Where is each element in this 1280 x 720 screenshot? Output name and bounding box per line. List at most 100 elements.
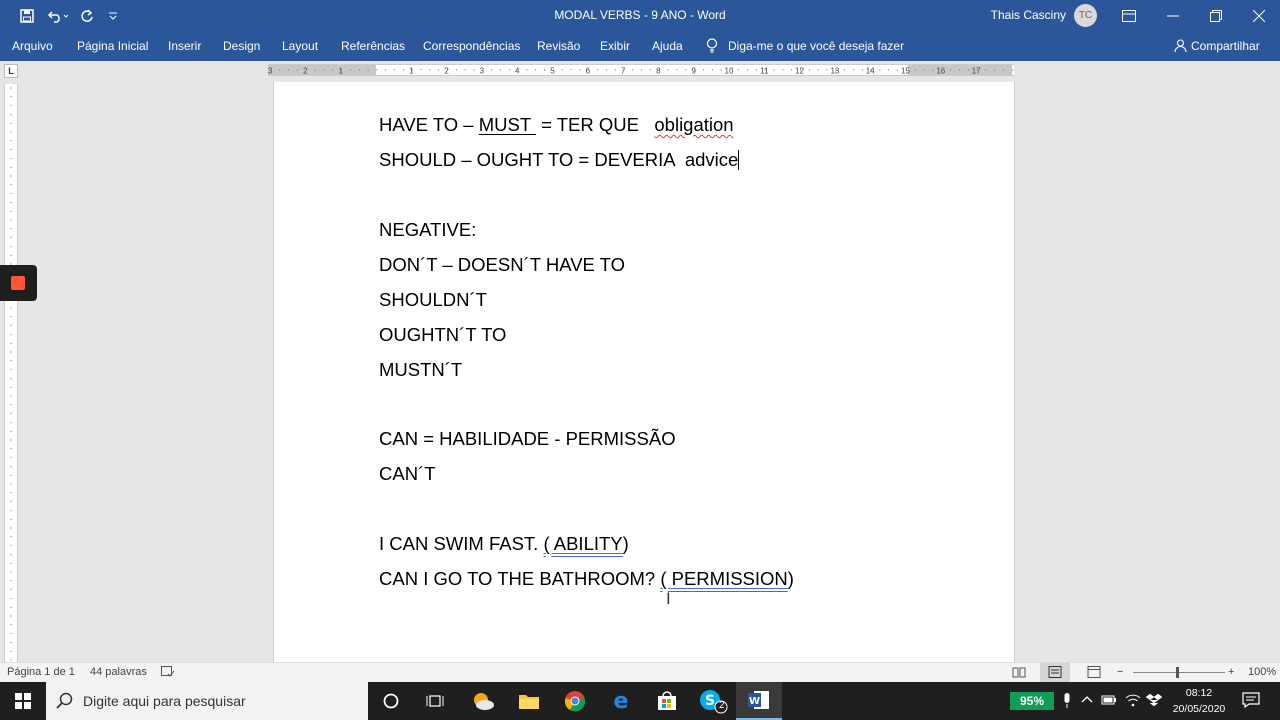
user-name[interactable]: Thais Casciny — [960, 0, 1066, 31]
tab-inserir[interactable]: Inserir — [168, 31, 201, 61]
doc-line-bathroom: CAN I GO TO THE BATHROOM? ( PERMISSION) — [379, 568, 794, 589]
share-label: Compartilhar — [1191, 39, 1260, 53]
doc-line-shouldnt: SHOULDN´T — [379, 289, 487, 310]
doc-line-swim: I CAN SWIM FAST. ( ABILITY) — [379, 533, 629, 554]
skype-icon[interactable]: S 2 — [690, 682, 736, 720]
share-button[interactable]: Compartilhar — [1174, 31, 1260, 61]
ruler-number: 11 — [760, 67, 769, 76]
dropbox-icon[interactable] — [1145, 693, 1163, 710]
customize-quick-access-icon[interactable] — [104, 0, 122, 31]
restore-button[interactable] — [1193, 0, 1239, 31]
ruler-number: 9 — [691, 67, 696, 76]
window-title: MODAL VERBS - 9 ANO - Word — [554, 8, 726, 22]
stop-icon — [11, 276, 25, 290]
minimize-button[interactable] — [1150, 0, 1196, 31]
doc-line-oughtnt: OUGHTN´T TO — [379, 324, 507, 345]
tell-me-search[interactable]: Diga-me o que você deseja fazer — [706, 31, 904, 61]
doc-line-can: CAN = HABILIDADE - PERMISSÃO — [379, 428, 676, 449]
ruler-number: 1 — [338, 67, 343, 76]
windows-start-icon[interactable] — [0, 682, 46, 720]
ruler-number: 13 — [830, 67, 839, 76]
doc-line-mustnt: MUSTN´T — [379, 359, 463, 380]
redo-icon[interactable] — [77, 0, 97, 31]
undo-icon[interactable] — [44, 0, 72, 31]
taskbar: Digite aqui para pesquisar e S 2 W 95% 0… — [0, 682, 1280, 720]
title-bar: MODAL VERBS - 9 ANO - Word Thais Casciny… — [0, 0, 1280, 31]
ruler-number: 15 — [901, 67, 910, 76]
clock-time: 08:12 — [1185, 687, 1213, 699]
show-hidden-icons-icon[interactable] — [1081, 693, 1093, 708]
print-layout-icon[interactable] — [1040, 663, 1070, 682]
ruler-number: 2 — [444, 67, 449, 76]
vertical-ruler[interactable] — [4, 84, 18, 664]
chrome-icon[interactable] — [552, 682, 598, 720]
ruler-number: 7 — [621, 67, 626, 76]
search-icon — [56, 692, 74, 710]
ruler-number: 5 — [550, 67, 555, 76]
tell-me-label: Diga-me o que você deseja fazer — [728, 39, 905, 53]
person-icon — [1174, 33, 1187, 63]
document-page[interactable]: HAVE TO – MUST = TER QUE obligation SHOU… — [273, 82, 1015, 662]
microphone-icon[interactable] — [1062, 693, 1072, 712]
save-icon[interactable] — [16, 0, 38, 31]
search-placeholder: Digite aqui para pesquisar — [83, 693, 246, 709]
tab-referencias[interactable]: Referências — [341, 31, 405, 61]
avatar[interactable]: TC — [1074, 4, 1097, 27]
file-explorer-icon[interactable] — [506, 682, 552, 720]
ribbon-tabs: Arquivo Página Inicial Inserir Design La… — [0, 31, 1280, 61]
taskbar-search-input[interactable]: Digite aqui para pesquisar — [46, 682, 368, 720]
screen-recorder-stop-button[interactable] — [0, 265, 37, 301]
tab-exibir[interactable]: Exibir — [600, 31, 630, 61]
text-caret — [738, 150, 740, 170]
battery-indicator[interactable]: 95% — [1010, 692, 1054, 710]
power-icon[interactable] — [1101, 693, 1117, 710]
cortana-icon[interactable] — [368, 682, 414, 720]
edge-icon[interactable]: e — [598, 682, 644, 720]
tab-selector[interactable]: L — [4, 64, 18, 78]
tab-arquivo[interactable]: Arquivo — [12, 31, 53, 61]
ruler-number: 3 — [480, 67, 485, 76]
ruler-number: 16 — [936, 67, 945, 76]
zoom-slider-thumb[interactable] — [1176, 667, 1179, 678]
task-view-icon[interactable] — [412, 682, 458, 720]
ruler-number: 1 — [409, 67, 414, 76]
zoom-slider[interactable] — [1133, 672, 1225, 673]
horizontal-ruler[interactable]: 3 2 1 1 2 3 4 5 6 7 8 9 10 11 12 13 14 15 16 17 — [268, 64, 1014, 76]
tab-correspondencias[interactable]: Correspondências — [423, 31, 520, 61]
weather-icon[interactable] — [460, 682, 506, 720]
ruler-number: 4 — [515, 67, 520, 76]
word-count[interactable]: 44 palavras — [90, 663, 147, 682]
doc-line-should: SHOULD – OUGHT TO = DEVERIA advice — [379, 149, 740, 170]
store-icon[interactable] — [644, 682, 690, 720]
ruler-number: 2 — [303, 67, 308, 76]
ruler-number: 8 — [656, 67, 661, 76]
ruler-number: 12 — [795, 67, 804, 76]
tab-layout[interactable]: Layout — [282, 31, 318, 61]
doc-line-dont: DON´T – DOESN´T HAVE TO — [379, 254, 626, 275]
zoom-out-button[interactable]: − — [1117, 663, 1123, 682]
tab-pagina-inicial[interactable]: Página Inicial — [77, 31, 148, 61]
word-taskbar-icon[interactable]: W — [736, 682, 782, 720]
doc-line-negative: NEGATIVE: — [379, 219, 477, 240]
ribbon-display-options-icon[interactable] — [1106, 0, 1152, 31]
lightbulb-icon — [706, 34, 718, 64]
close-button[interactable] — [1236, 0, 1280, 31]
svg-text:W: W — [749, 696, 760, 707]
page-count[interactable]: Página 1 de 1 — [7, 663, 75, 682]
system-clock[interactable]: 08:12 20/05/2020 — [1164, 685, 1234, 717]
tab-ajuda[interactable]: Ajuda — [652, 31, 683, 61]
svg-text:S: S — [705, 693, 715, 709]
ruler-number: 10 — [725, 67, 734, 76]
zoom-in-button[interactable]: + — [1228, 663, 1234, 682]
svg-text:e: e — [614, 690, 629, 712]
ruler-number: 17 — [972, 67, 981, 76]
mouse-cursor-ibeam-icon: I — [666, 589, 671, 608]
zoom-level[interactable]: 100% — [1248, 663, 1276, 682]
doc-line-cant: CAN´T — [379, 463, 436, 484]
doc-line-have-to: HAVE TO – MUST = TER QUE obligation — [379, 114, 734, 135]
wifi-icon[interactable] — [1125, 693, 1141, 710]
tab-design[interactable]: Design — [223, 31, 260, 61]
ruler-number: 14 — [866, 67, 875, 76]
tab-revisao[interactable]: Revisão — [537, 31, 580, 61]
notifications-icon[interactable] — [1242, 692, 1260, 711]
